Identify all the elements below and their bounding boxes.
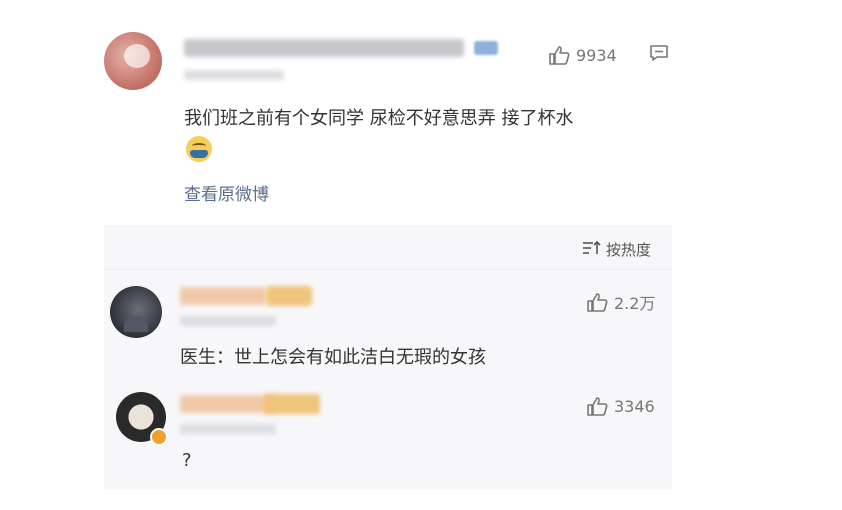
username-blurred-badge	[264, 394, 320, 414]
avatar[interactable]	[110, 286, 162, 338]
comment-text: 我们班之前有个女同学 尿检不好意思弄 接了杯水	[184, 108, 574, 129]
timestamp-blurred	[184, 70, 284, 80]
view-original-link[interactable]: 查看原微博	[184, 180, 269, 205]
like-button[interactable]: 9934	[548, 45, 617, 65]
like-button[interactable]: 3346	[586, 396, 655, 416]
verified-badge	[474, 41, 498, 55]
avatar[interactable]	[104, 32, 162, 90]
like-count: 9934	[576, 45, 617, 65]
divider	[104, 269, 672, 270]
username-blurred[interactable]	[180, 395, 276, 413]
reply-text: 医生：世上怎会有如此洁白无瑕的女孩	[180, 347, 486, 368]
username-blurred[interactable]	[180, 287, 266, 305]
user-badge-icon	[150, 428, 168, 446]
like-count: 2.2万	[614, 294, 656, 313]
sort-toggle[interactable]: 按热度	[582, 239, 651, 260]
timestamp-blurred	[180, 424, 276, 434]
username-blurred[interactable]	[184, 39, 464, 57]
username-blurred-badge	[266, 286, 312, 306]
timestamp-blurred	[180, 316, 276, 326]
reply-text: ?	[182, 450, 192, 471]
thumbs-up-icon	[586, 292, 608, 312]
main-comment: 9934 我们班之前有个女同学 尿检不好意思弄 接了杯水 查看原微博	[104, 20, 672, 225]
face-emoji	[186, 136, 212, 162]
comments-panel: 9934 我们班之前有个女同学 尿检不好意思弄 接了杯水 查看原微博 按热度 2…	[104, 20, 672, 490]
comment-icon[interactable]	[649, 44, 669, 66]
thumbs-up-icon	[548, 45, 570, 65]
sort-icon	[582, 240, 602, 260]
sort-label: 按热度	[606, 241, 652, 259]
like-count: 3346	[614, 396, 655, 416]
thumbs-up-icon	[586, 396, 608, 416]
like-button[interactable]: 2.2万	[586, 290, 655, 314]
